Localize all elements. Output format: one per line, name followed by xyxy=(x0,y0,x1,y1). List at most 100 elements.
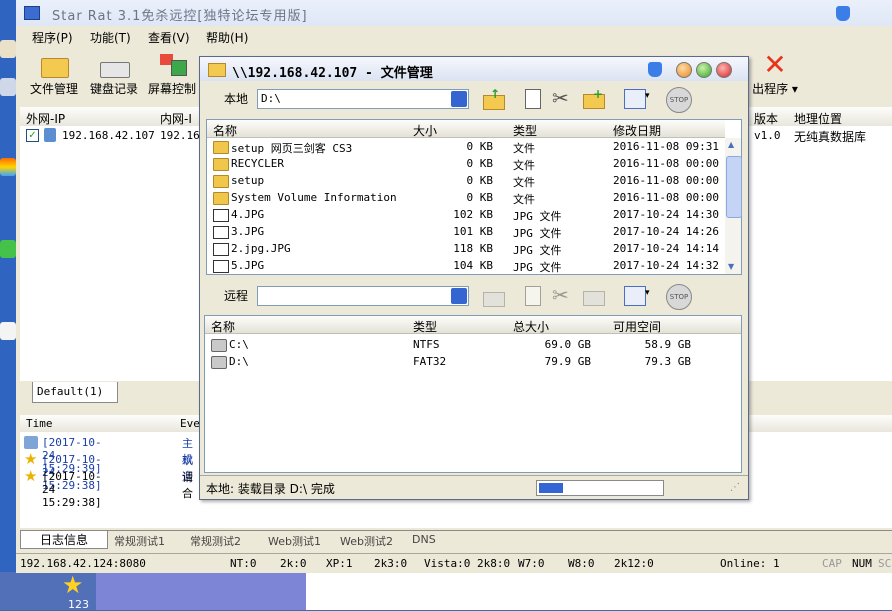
minimize-button[interactable] xyxy=(676,62,692,78)
menu-program[interactable]: 程序(P) xyxy=(32,29,73,46)
drive-name: C:\ xyxy=(229,338,249,351)
desktop-app-icon[interactable] xyxy=(0,240,16,258)
tab-dns[interactable]: DNS xyxy=(412,533,436,546)
computer-icon xyxy=(44,128,56,142)
remote-path-combo[interactable] xyxy=(257,286,469,306)
chevron-down-icon[interactable] xyxy=(451,288,467,304)
maximize-button[interactable] xyxy=(696,62,712,78)
file-size: 0 KB xyxy=(466,140,494,153)
star-icon: ★ xyxy=(24,450,38,468)
group-tab-default[interactable]: Default(1) xyxy=(32,382,118,403)
file-manager-title-bar[interactable]: \\192.168.42.107 - 文件管理 xyxy=(200,57,748,81)
cut-icon[interactable]: ✂ xyxy=(552,87,574,109)
file-manager-button[interactable]: 文件管理 xyxy=(26,52,82,100)
status-w7-count: W7:0 xyxy=(518,557,545,570)
column-internal-ip[interactable]: 内网-I xyxy=(160,110,192,127)
chevron-down-icon[interactable]: ▾ xyxy=(788,82,798,96)
column-type[interactable]: 类型 xyxy=(413,318,437,335)
file-size: 0 KB xyxy=(466,174,494,187)
menu-help[interactable]: 帮助(H) xyxy=(206,29,248,46)
tab-normal-test-1[interactable]: 常规测试1 xyxy=(114,533,165,549)
scrollbar-thumb[interactable] xyxy=(726,156,742,218)
new-folder-icon[interactable] xyxy=(582,284,605,306)
column-size[interactable]: 大小 xyxy=(413,122,437,139)
image-file-icon xyxy=(213,226,229,239)
status-nt-count: NT:0 xyxy=(230,557,257,570)
desktop-app-icon[interactable] xyxy=(0,158,16,176)
column-external-ip[interactable]: 外网-IP xyxy=(26,110,65,127)
chevron-down-icon[interactable] xyxy=(451,91,467,107)
menu-function[interactable]: 功能(T) xyxy=(90,29,131,46)
file-name: 2.jpg.JPG xyxy=(231,242,291,255)
up-folder-icon[interactable]: ↑ xyxy=(482,87,505,110)
column-version[interactable]: 版本 xyxy=(754,110,778,127)
table-row[interactable]: 5.JPG 104 KB JPG 文件 2017-10-24 14:32 xyxy=(207,257,727,274)
star-icon: ★ xyxy=(24,467,38,485)
view-mode-icon[interactable]: ▾ xyxy=(624,284,650,306)
scroll-up-icon[interactable]: ▲ xyxy=(728,140,734,149)
tab-normal-test-2[interactable]: 常规测试2 xyxy=(190,533,241,549)
tab-web-test-2[interactable]: Web测试2 xyxy=(340,533,393,549)
local-file-list: 名称 大小 类型 修改日期 setup 网页三剑客 CS3 0 KB 文件 2016-… xyxy=(206,119,742,275)
table-row[interactable]: setup 0 KB 文件 2016-11-08 00:00 xyxy=(207,172,727,189)
screen-control-button[interactable]: 屏幕控制 xyxy=(144,52,200,100)
stop-icon[interactable]: STOP xyxy=(666,284,692,310)
column-time[interactable]: Time xyxy=(26,417,53,430)
column-name[interactable]: 名称 xyxy=(211,318,235,335)
up-folder-icon[interactable] xyxy=(482,284,505,307)
drive-icon xyxy=(211,339,227,352)
cut-icon[interactable]: ✂ xyxy=(552,284,574,306)
resize-grip-icon[interactable]: ⋰ xyxy=(730,482,740,493)
file-name: 3.JPG xyxy=(231,225,265,238)
view-mode-icon[interactable]: ▾ xyxy=(624,87,650,109)
host-checkbox[interactable]: ✓ xyxy=(26,129,39,142)
desktop-app-icon[interactable] xyxy=(0,78,16,96)
column-free-space[interactable]: 可用空间 xyxy=(613,318,661,335)
column-modified[interactable]: 修改日期 xyxy=(613,122,661,139)
file-name: 4.JPG xyxy=(231,208,265,221)
table-row[interactable]: D:\ FAT32 79.9 GB 79.3 GB xyxy=(205,353,725,370)
column-name[interactable]: 名称 xyxy=(213,122,237,139)
folder-icon xyxy=(213,192,229,205)
exit-program-button[interactable]: ✕ 出程序 ▾ xyxy=(742,51,808,100)
tab-log-info[interactable]: 日志信息 xyxy=(20,531,108,549)
column-event[interactable]: Eve xyxy=(180,417,200,430)
table-row[interactable]: 3.JPG 101 KB JPG 文件 2017-10-24 14:26 xyxy=(207,223,727,240)
close-button[interactable] xyxy=(716,62,732,78)
status-2k12-count: 2k12:0 xyxy=(614,557,654,570)
new-folder-icon[interactable]: + xyxy=(582,87,605,109)
table-row[interactable]: 2.jpg.JPG 118 KB JPG 文件 2017-10-24 14:14 xyxy=(207,240,727,257)
local-list-scrollbar[interactable]: ▲ ▼ xyxy=(725,138,742,274)
stop-icon[interactable]: STOP xyxy=(666,87,692,113)
file-size: 118 KB xyxy=(453,242,493,255)
desktop-app-icon[interactable] xyxy=(0,40,16,58)
desktop-app-icon[interactable] xyxy=(0,322,16,340)
keylogger-button[interactable]: 键盘记录 xyxy=(86,52,142,100)
table-row[interactable]: 4.JPG 102 KB JPG 文件 2017-10-24 14:30 xyxy=(207,206,727,223)
star-desktop-icon[interactable]: ★ xyxy=(62,573,90,597)
help-icon[interactable] xyxy=(648,62,662,77)
table-row[interactable]: RECYCLER 0 KB 文件 2016-11-08 00:00 xyxy=(207,155,727,172)
file-size: 0 KB xyxy=(466,157,494,170)
file-date: 2016-11-08 00:00 xyxy=(613,191,719,204)
menu-view[interactable]: 查看(V) xyxy=(148,29,190,46)
local-path-combo[interactable]: D:\ xyxy=(257,89,469,109)
column-location[interactable]: 地理位置 xyxy=(794,110,842,127)
drive-total: 79.9 GB xyxy=(544,355,591,368)
main-title-bar[interactable]: Star Rat 3.1免杀远控[独特论坛专用版] xyxy=(16,0,892,27)
copy-icon[interactable] xyxy=(522,284,544,306)
help-icon[interactable] xyxy=(836,6,850,21)
folder-icon xyxy=(213,175,229,188)
table-row[interactable]: System Volume Information 0 KB 文件 2016-11-0… xyxy=(207,189,727,206)
file-size: 104 KB xyxy=(453,259,493,272)
status-server-address: 192.168.42.124:8080 xyxy=(20,557,146,570)
tab-web-test-1[interactable]: Web测试1 xyxy=(268,533,321,549)
table-row[interactable]: setup 网页三剑客 CS3 0 KB 文件 2016-11-08 09:31 xyxy=(207,138,727,155)
column-total-size[interactable]: 总大小 xyxy=(513,318,549,335)
drive-free: 58.9 GB xyxy=(644,338,691,351)
column-type[interactable]: 类型 xyxy=(513,122,537,139)
log-event: 请合 xyxy=(182,471,193,500)
table-row[interactable]: C:\ NTFS 69.0 GB 58.9 GB xyxy=(205,336,725,353)
scroll-down-icon[interactable]: ▼ xyxy=(728,262,734,271)
copy-icon[interactable] xyxy=(522,87,544,109)
